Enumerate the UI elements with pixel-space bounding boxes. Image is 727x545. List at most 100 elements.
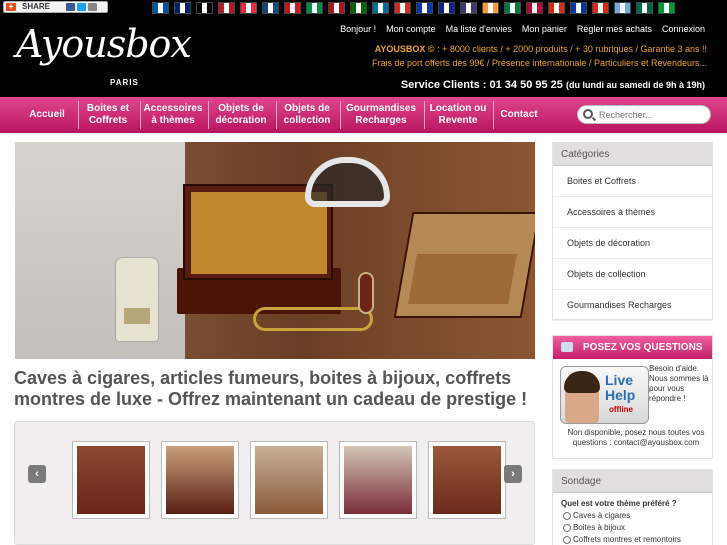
questions-title: POSEZ VOS QUESTIONS	[553, 336, 712, 359]
carousel-thumb[interactable]	[161, 441, 239, 519]
category-treats[interactable]: Gourmandises Recharges	[553, 290, 712, 321]
category-decoration[interactable]: Objets de décoration	[553, 228, 712, 259]
nav-accessories[interactable]: Accessoires à thèmes	[142, 97, 204, 133]
language-flag-icon[interactable]	[174, 2, 191, 14]
contact-text: Non disponible, posez nous toutes vos qu…	[567, 428, 705, 447]
language-flag-icon[interactable]	[218, 2, 235, 14]
facebook-icon[interactable]	[66, 3, 75, 11]
carousel-thumb[interactable]	[72, 441, 150, 519]
carousel-thumb[interactable]	[250, 441, 328, 519]
language-flag-icon[interactable]	[328, 2, 345, 14]
language-flag-icon[interactable]	[570, 2, 587, 14]
nav-divider	[493, 101, 494, 129]
nav-home[interactable]: Accueil	[22, 97, 72, 133]
poll-option[interactable]: Coffrets montres et remontoirs	[553, 532, 712, 544]
logo-text: Ayousbox	[16, 22, 192, 66]
product-image	[77, 446, 145, 514]
checkout-link[interactable]: Régler mes achats	[577, 24, 652, 34]
search-input[interactable]	[599, 108, 707, 121]
radio-button[interactable]	[563, 511, 571, 520]
language-flag-icon[interactable]	[614, 2, 631, 14]
chat-icon	[561, 342, 573, 352]
nav-divider	[276, 101, 277, 129]
language-flag-icon[interactable]	[262, 2, 279, 14]
language-flag-icon[interactable]	[438, 2, 455, 14]
categories-title: Catégories	[553, 143, 712, 166]
product-image	[344, 446, 412, 514]
offline-status: offline	[609, 405, 633, 414]
language-flags	[152, 2, 675, 16]
carousel-next-button[interactable]: ›	[504, 465, 522, 483]
promo-line-2: Frais de port offerts dès 99€ / Présence…	[371, 58, 707, 68]
my-account-link[interactable]: Mon compte	[386, 24, 436, 34]
nav-contact[interactable]: Contact	[495, 97, 543, 133]
email-icon[interactable]	[88, 3, 97, 11]
language-flag-icon[interactable]	[460, 2, 477, 14]
humidor-small	[393, 212, 535, 318]
language-flag-icon[interactable]	[482, 2, 499, 14]
language-flag-icon[interactable]	[636, 2, 653, 14]
language-flag-icon[interactable]	[416, 2, 433, 14]
carousel-thumb[interactable]	[428, 441, 506, 519]
nav-boxes[interactable]: Boites et Coffrets	[80, 97, 136, 133]
category-boxes[interactable]: Boites et Coffrets	[553, 166, 712, 197]
login-link[interactable]: Connexion	[662, 24, 705, 34]
product-image	[166, 446, 234, 514]
radio-button[interactable]	[563, 535, 571, 544]
poll-option[interactable]: Boites à bijoux	[553, 520, 712, 532]
language-flag-icon[interactable]	[152, 2, 169, 14]
product-image	[255, 446, 323, 514]
humidifier-bottle	[115, 257, 159, 342]
nav-collection[interactable]: Objets de collection	[278, 97, 336, 133]
categories-box: Catégories Boites et Coffrets Accessoire…	[552, 142, 713, 321]
twitter-icon[interactable]	[77, 3, 86, 11]
nav-treats[interactable]: Gourmandises Recharges	[342, 97, 420, 133]
language-flag-icon[interactable]	[372, 2, 389, 14]
nav-decoration[interactable]: Objets de décoration	[210, 97, 272, 133]
radio-button[interactable]	[563, 523, 571, 532]
hero-banner[interactable]	[15, 142, 535, 359]
search-icon	[583, 109, 593, 119]
share-button[interactable]: + SHARE	[3, 1, 108, 13]
carousel-thumb[interactable]	[339, 441, 417, 519]
poll-box: Sondage Quel est votre thème préféré ? C…	[552, 469, 713, 545]
nav-rental[interactable]: Location ou Revente	[426, 97, 490, 133]
page-headline: Caves à cigares, articles fumeurs, boite…	[14, 368, 528, 409]
service-phone: Service Clients : 01 34 50 95 25	[400, 79, 563, 91]
header: + SHARE Ayousbox PARIS Bonjour ! Mon com…	[0, 0, 727, 97]
language-flag-icon[interactable]	[526, 2, 543, 14]
nav-divider	[424, 101, 425, 129]
share-label: SHARE	[22, 2, 51, 11]
poll-option[interactable]: Caves à cigares	[553, 508, 712, 520]
carousel-prev-button[interactable]: ‹	[28, 465, 46, 483]
language-flag-icon[interactable]	[658, 2, 675, 14]
promo-text-1: : + 8000 clients / + 2000 produits / + 3…	[434, 44, 707, 54]
language-flag-icon[interactable]	[240, 2, 257, 14]
category-accessories[interactable]: Accessoires à thèmes	[553, 197, 712, 228]
promo-brand: AYOUSBOX ©	[374, 44, 435, 54]
live-help-button[interactable]: Live Help offline	[560, 366, 649, 424]
wishlist-link[interactable]: Ma liste d'envies	[446, 24, 512, 34]
language-flag-icon[interactable]	[284, 2, 301, 14]
language-flag-icon[interactable]	[394, 2, 411, 14]
keyring	[253, 307, 373, 331]
language-flag-icon[interactable]	[306, 2, 323, 14]
logo[interactable]: Ayousbox PARIS	[16, 22, 192, 92]
questions-box: POSEZ VOS QUESTIONS Live Help offline Bes…	[552, 335, 713, 459]
product-image	[433, 446, 501, 514]
product-carousel: ‹ ›	[14, 421, 535, 545]
poll-question: Quel est votre thème préféré ?	[561, 499, 677, 508]
language-flag-icon[interactable]	[592, 2, 609, 14]
category-collection[interactable]: Objets de collection	[553, 259, 712, 290]
nav-divider	[78, 101, 79, 129]
language-flag-icon[interactable]	[548, 2, 565, 14]
help-text: Besoin d'aide. Nous sommes là pour vous …	[649, 364, 709, 403]
service-hours: (du lundi au samedi de 9h à 19h)	[565, 80, 705, 90]
cigar-cutter	[305, 157, 390, 207]
language-flag-icon[interactable]	[504, 2, 521, 14]
language-flag-icon[interactable]	[196, 2, 213, 14]
greeting-link[interactable]: Bonjour !	[340, 24, 376, 34]
language-flag-icon[interactable]	[350, 2, 367, 14]
search-box[interactable]	[577, 105, 711, 124]
cart-link[interactable]: Mon panier	[522, 24, 567, 34]
